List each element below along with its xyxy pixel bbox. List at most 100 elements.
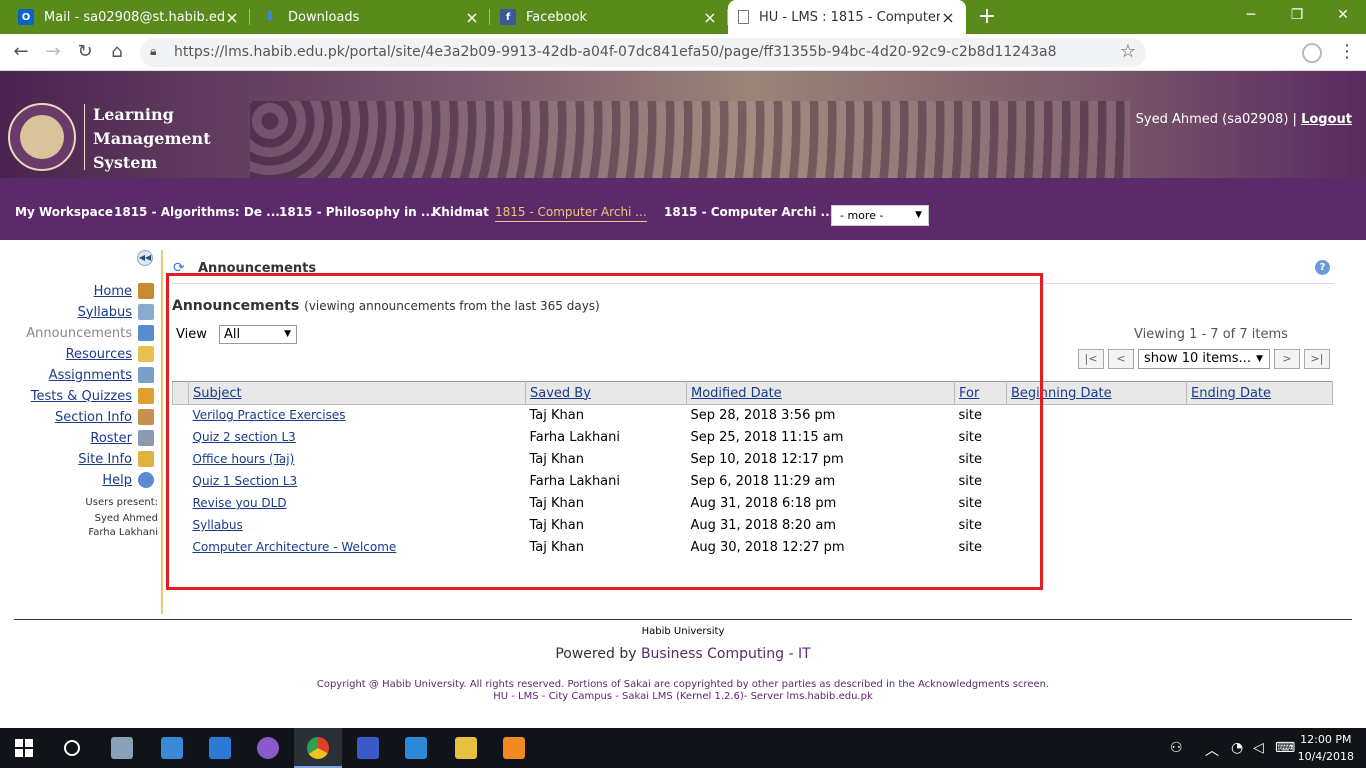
section-icon bbox=[138, 409, 154, 425]
window-close-icon[interactable]: ✕ bbox=[1320, 0, 1366, 30]
sublime-icon[interactable] bbox=[490, 728, 538, 768]
bookmark-star-icon[interactable]: ☆ bbox=[1120, 41, 1136, 62]
col-subject[interactable]: Subject bbox=[188, 381, 526, 405]
maximize-icon[interactable]: ❐ bbox=[1274, 0, 1320, 30]
volume-icon[interactable]: ◁ bbox=[1253, 740, 1264, 756]
page-icon bbox=[738, 10, 749, 24]
megaphone-icon bbox=[138, 325, 154, 341]
close-tab-icon[interactable]: × bbox=[940, 8, 956, 27]
clock[interactable]: 12:00 PM 10/4/2018 bbox=[1298, 731, 1354, 765]
last-page-button[interactable]: >| bbox=[1304, 349, 1330, 369]
vscode-icon[interactable] bbox=[196, 728, 244, 768]
tool-home[interactable]: Home bbox=[94, 282, 154, 300]
tool-resources[interactable]: Resources bbox=[66, 345, 154, 363]
university-logo[interactable] bbox=[8, 103, 76, 171]
site-tab-algorithms[interactable]: 1815 - Algorithms: De ... bbox=[114, 205, 280, 219]
tool-section-info[interactable]: Section Info bbox=[55, 408, 154, 426]
tool-announcements[interactable]: Announcements bbox=[26, 324, 154, 342]
new-tab-button[interactable]: + bbox=[974, 3, 1000, 31]
url-bar[interactable]: 🔒︎ https://lms.habib.edu.pk/portal/site/… bbox=[140, 38, 1146, 67]
grammarly-icon[interactable]: G bbox=[1159, 43, 1179, 63]
ending-date bbox=[1187, 427, 1333, 449]
view-select[interactable]: All ▼ bbox=[219, 325, 297, 344]
folder-icon bbox=[138, 346, 154, 362]
close-tab-icon[interactable]: × bbox=[464, 8, 480, 27]
app-icon[interactable] bbox=[344, 728, 392, 768]
first-page-button[interactable]: |< bbox=[1078, 349, 1104, 369]
powered-by-link[interactable]: Business Computing - IT bbox=[641, 646, 811, 662]
people-icon[interactable]: ⚇ bbox=[1170, 740, 1183, 756]
site-tab-philosophy[interactable]: 1815 - Philosophy in ... bbox=[279, 205, 435, 219]
announcement-link[interactable]: Revise you DLD bbox=[193, 496, 287, 510]
site-tab-my-workspace[interactable]: My Workspace bbox=[15, 205, 113, 219]
tab-mail[interactable]: O Mail - sa02908@st.habib.edu.pk × bbox=[8, 0, 250, 34]
more-sites-select[interactable]: - more - ▼ bbox=[831, 205, 929, 226]
start-icon[interactable] bbox=[0, 728, 48, 768]
site-tab-computer-arch-current[interactable]: 1815 - Computer Archi ... bbox=[495, 205, 647, 222]
announcement-link[interactable]: Computer Architecture - Welcome bbox=[193, 540, 397, 554]
tray-chevron-icon[interactable]: ︿ bbox=[1205, 740, 1219, 760]
tool-syllabus[interactable]: Syllabus bbox=[78, 303, 154, 321]
for-value: site bbox=[958, 518, 982, 533]
next-page-button[interactable]: > bbox=[1274, 349, 1300, 369]
adblock-icon[interactable]: ABP bbox=[1191, 43, 1211, 63]
beginning-date bbox=[1007, 471, 1187, 493]
tool-assignments[interactable]: Assignments bbox=[49, 366, 154, 384]
col-ending-date[interactable]: Ending Date bbox=[1186, 381, 1333, 405]
tool-site-info[interactable]: Site Info bbox=[78, 450, 154, 468]
announcement-link[interactable]: Syllabus bbox=[193, 518, 243, 532]
users-present: Users present: Syed Ahmed Farha Lakhani bbox=[85, 497, 158, 538]
tab-downloads[interactable]: ⬇ Downloads × bbox=[252, 0, 490, 34]
explorer-icon[interactable] bbox=[442, 728, 490, 768]
prev-page-button[interactable]: < bbox=[1108, 349, 1134, 369]
forward-icon[interactable]: → bbox=[40, 40, 66, 64]
tool-tests-quizzes[interactable]: Tests & Quizzes bbox=[31, 387, 154, 405]
tab-facebook[interactable]: f Facebook × bbox=[490, 0, 728, 34]
profile-icon[interactable] bbox=[1302, 43, 1322, 63]
col-for[interactable]: For bbox=[954, 381, 1007, 405]
user-name: Syed Ahmed (sa02908) bbox=[1135, 112, 1289, 127]
table-row: Quiz 1 Section L3 Farha Lakhani Sep 6, 2… bbox=[173, 471, 1333, 493]
col-saved-by[interactable]: Saved By bbox=[525, 381, 687, 405]
language-icon[interactable]: ⌨ bbox=[1275, 740, 1295, 756]
tool-roster[interactable]: Roster bbox=[90, 429, 154, 447]
back-icon[interactable]: ← bbox=[8, 40, 34, 64]
network-icon[interactable] bbox=[148, 728, 196, 768]
home-icon[interactable]: ⌂ bbox=[104, 40, 130, 64]
close-tab-icon[interactable]: × bbox=[224, 8, 240, 27]
tool-help[interactable]: Help bbox=[102, 471, 154, 489]
cortana-icon[interactable] bbox=[48, 728, 96, 768]
wifi-icon[interactable]: ◔ bbox=[1231, 740, 1243, 756]
photos-icon[interactable] bbox=[392, 728, 440, 768]
computer-icon[interactable] bbox=[98, 728, 146, 768]
announcement-link[interactable]: Quiz 2 section L3 bbox=[193, 430, 296, 444]
announcement-link[interactable]: Verilog Practice Exercises bbox=[193, 408, 346, 422]
col-beginning-date[interactable]: Beginning Date bbox=[1006, 381, 1187, 405]
minimize-icon[interactable]: ─ bbox=[1228, 0, 1274, 30]
help-icon[interactable]: ? bbox=[1315, 260, 1330, 275]
tab-lms[interactable]: HU - LMS : 1815 - Computer Arch × bbox=[728, 0, 966, 34]
collapse-menu-icon[interactable]: ◀◀ bbox=[137, 250, 153, 266]
url-text[interactable]: https://lms.habib.edu.pk/portal/site/4e3… bbox=[174, 44, 1057, 60]
page-size-select[interactable]: show 10 items... ▼ bbox=[1138, 349, 1270, 369]
github-icon[interactable] bbox=[244, 728, 292, 768]
reload-icon[interactable]: ↻ bbox=[72, 40, 98, 64]
ending-date bbox=[1187, 537, 1333, 559]
close-tab-icon[interactable]: × bbox=[702, 8, 718, 27]
logo-divider bbox=[84, 104, 85, 170]
beginning-date bbox=[1007, 537, 1187, 559]
dropdown-arrow-icon: ▼ bbox=[284, 329, 291, 339]
extension-icon[interactable] bbox=[1223, 43, 1243, 63]
col-modified-date[interactable]: Modified Date bbox=[686, 381, 955, 405]
announcement-link[interactable]: Quiz 1 Section L3 bbox=[193, 474, 298, 488]
info-extension-icon[interactable]: i bbox=[1255, 43, 1275, 63]
facebook-icon: f bbox=[500, 9, 516, 25]
site-tab-khidmat[interactable]: Khidmat bbox=[432, 205, 489, 219]
reset-icon[interactable]: ⟳ bbox=[173, 260, 185, 276]
announcement-link[interactable]: Office hours (Taj) bbox=[193, 452, 295, 466]
announcements-table: Subject Saved By Modified Date For Begin… bbox=[172, 381, 1333, 559]
site-tab-computer-arch[interactable]: 1815 - Computer Archi ... bbox=[664, 205, 834, 219]
logout-link[interactable]: Logout bbox=[1301, 112, 1352, 127]
chrome-icon[interactable] bbox=[294, 728, 342, 768]
menu-icon[interactable]: ⋮ bbox=[1334, 40, 1360, 64]
